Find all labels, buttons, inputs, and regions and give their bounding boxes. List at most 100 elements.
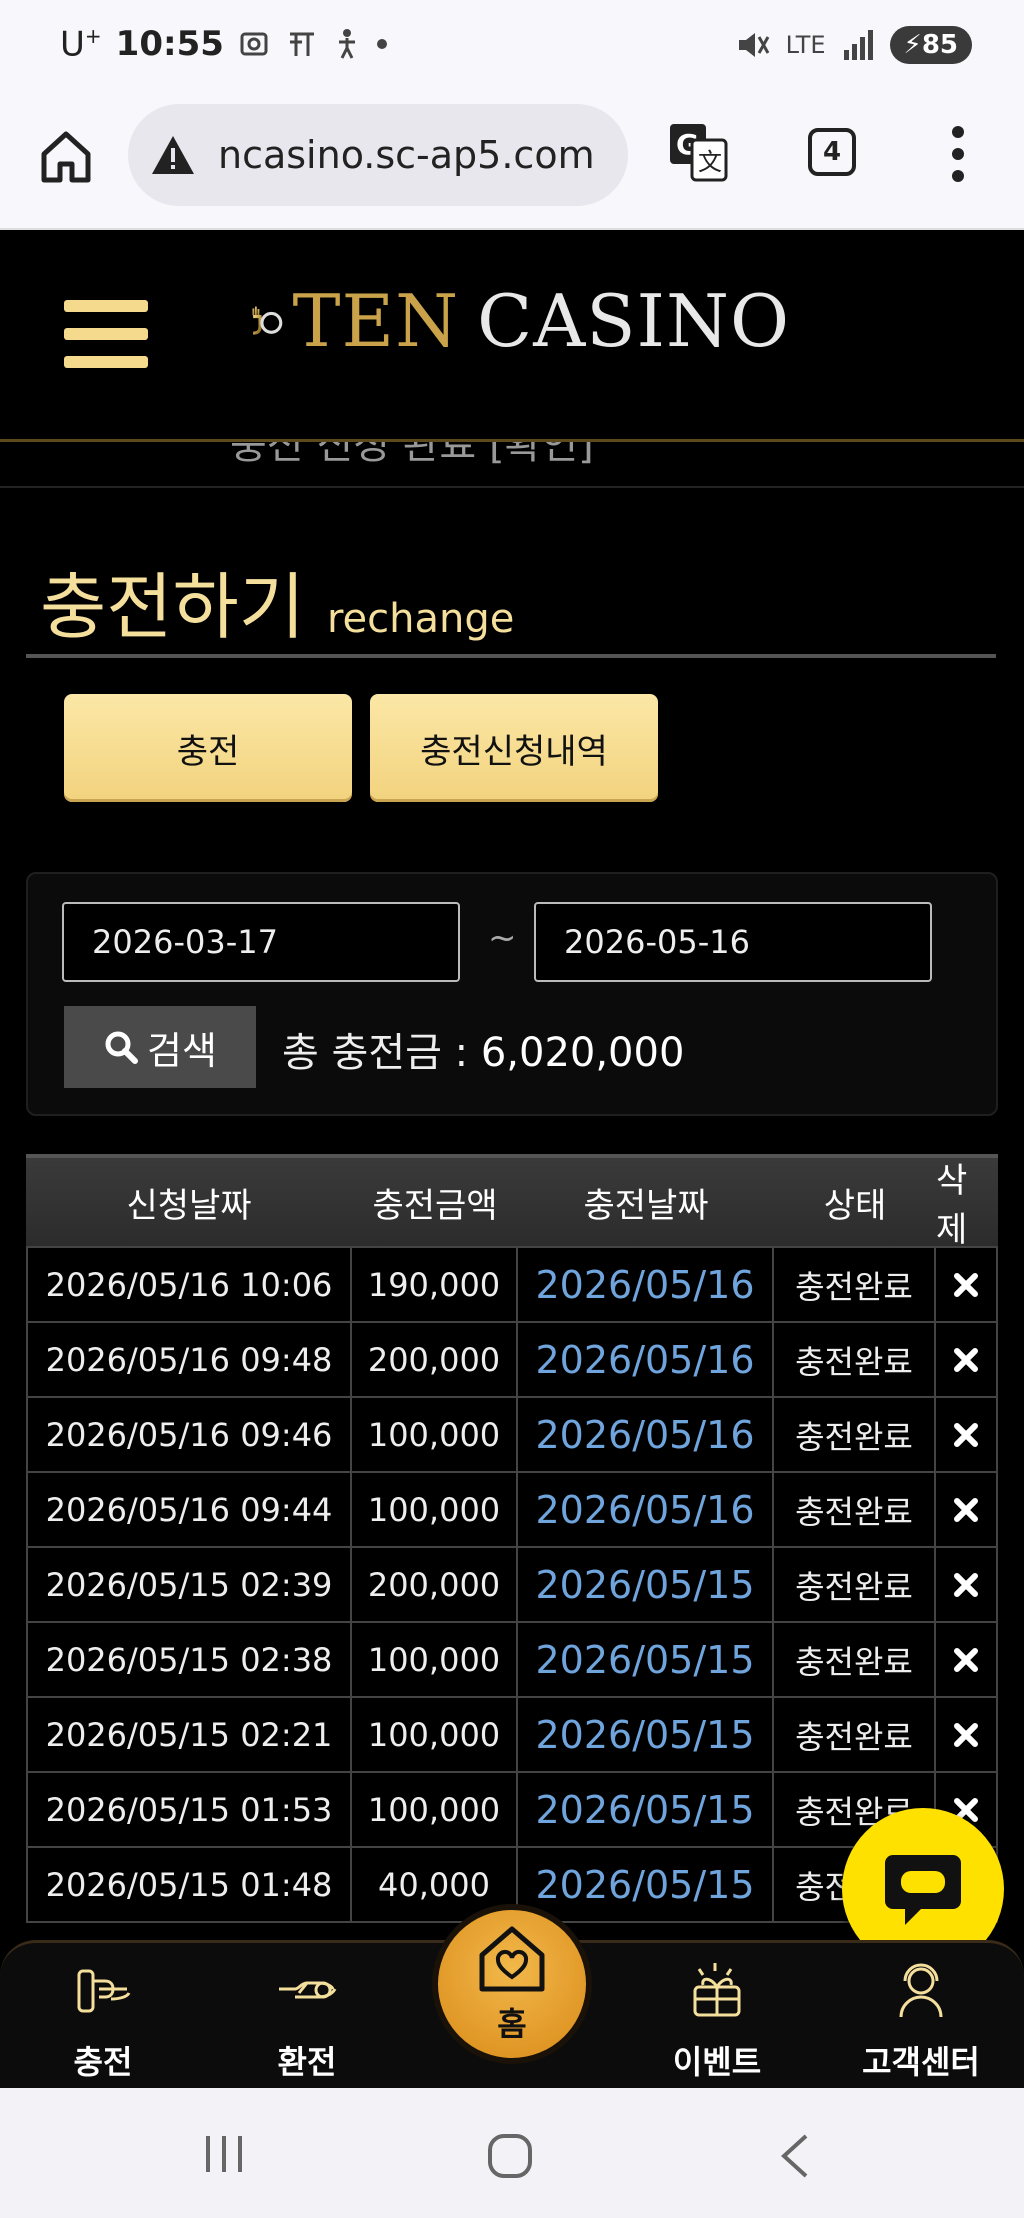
translate-icon[interactable]: G文	[666, 120, 730, 184]
date-range-separator: ~	[488, 918, 517, 958]
cell-request-date: 2026/05/15 01:53	[26, 1773, 352, 1846]
cell-charge-date: 2026/05/15	[518, 1623, 774, 1696]
cell-charge-date: 2026/05/15	[518, 1698, 774, 1771]
search-button[interactable]: 검색	[64, 1006, 256, 1088]
table-body: 2026/05/16 10:06 190,000 2026/05/16 충전완료 20…	[26, 1246, 998, 1923]
table-header: 신청날짜 충전금액 충전날짜 상태 삭제	[26, 1154, 998, 1250]
gift-icon	[693, 1963, 741, 2017]
delete-button[interactable]	[936, 1473, 998, 1546]
cell-charge-date: 2026/05/16	[518, 1398, 774, 1471]
cell-request-date: 2026/05/15 02:39	[26, 1548, 352, 1621]
cell-amount: 100,000	[352, 1623, 518, 1696]
recent-apps-icon[interactable]	[200, 2132, 248, 2176]
cell-charge-date: 2026/05/15	[518, 1548, 774, 1621]
tab-charge[interactable]: 충전	[64, 694, 352, 802]
dot-icon	[376, 39, 387, 50]
cell-request-date: 2026/05/15 01:48	[26, 1848, 352, 1921]
tab-charge-history[interactable]: 충전신청내역	[370, 694, 658, 802]
delete-button[interactable]	[936, 1323, 998, 1396]
site-header: TEN CASINO	[0, 230, 1024, 442]
cell-charge-date: 2026/05/15	[518, 1848, 774, 1921]
logo-text-ten: TEN	[292, 279, 460, 363]
browser-home-icon[interactable]	[36, 126, 96, 186]
logo-mark-icon	[252, 306, 283, 335]
header-status: 상태	[823, 1185, 887, 1226]
site-logo[interactable]: TEN CASINO	[250, 266, 790, 376]
cell-status: 충전완료	[774, 1473, 936, 1546]
table-row: 2026/05/15 02:39 200,000 2026/05/15 충전완료	[26, 1548, 998, 1623]
nav-exchange[interactable]: 환전	[222, 1951, 392, 2091]
table-row: 2026/05/16 09:44 100,000 2026/05/16 충전완료	[26, 1473, 998, 1548]
cell-request-date: 2026/05/16 09:44	[26, 1473, 352, 1546]
close-icon	[954, 1497, 978, 1522]
delete-button[interactable]	[936, 1398, 998, 1471]
cell-status: 충전완료	[774, 1398, 936, 1471]
mute-icon	[738, 33, 769, 57]
battery-indicator: ⚡85	[889, 26, 972, 64]
cell-status: 충전완료	[774, 1698, 936, 1771]
title-divider	[26, 654, 996, 658]
clock: 10:55	[115, 24, 224, 65]
delete-button[interactable]	[936, 1548, 998, 1621]
page-title: 충전하기 rechange	[40, 548, 514, 653]
charge-hand-icon	[77, 1969, 131, 2013]
nav-charge[interactable]: 충전	[18, 1951, 188, 2091]
nav-support[interactable]: 고객센터	[836, 1951, 1006, 2091]
date-to-input[interactable]: 2026-05-16	[534, 902, 932, 982]
delete-button[interactable]	[936, 1248, 998, 1321]
cell-request-date: 2026/05/15 02:38	[26, 1623, 352, 1696]
close-icon	[954, 1722, 978, 1747]
close-icon	[954, 1347, 978, 1372]
url-text[interactable]: ncasino.sc-ap5.com	[218, 133, 618, 177]
cell-amount: 200,000	[352, 1548, 518, 1621]
back-icon[interactable]	[776, 2132, 816, 2180]
total-charge-label: 총 충전금 :	[282, 1030, 481, 1076]
warning-icon[interactable]	[150, 132, 196, 178]
table-row: 2026/05/15 02:38 100,000 2026/05/15 충전완료	[26, 1623, 998, 1698]
cell-charge-date: 2026/05/16	[518, 1473, 774, 1546]
status-bar: U+ 10:55 LTE ⚡85	[0, 0, 1024, 96]
table-row: 2026/05/15 02:21 100,000 2026/05/15 충전완료	[26, 1698, 998, 1773]
header-request-date: 신청날짜	[126, 1185, 252, 1226]
total-charge: 총 충전금 : 6,020,000	[282, 1020, 684, 1078]
exchange-hand-icon	[279, 1981, 337, 1999]
tab-switcher-button[interactable]: 4	[808, 128, 856, 176]
cell-charge-date: 2026/05/16	[518, 1323, 774, 1396]
notice-ticker: 충전 신청 완료 [확인]	[0, 442, 1024, 488]
nav-home[interactable]: 홈	[432, 1904, 592, 2064]
table-row: 2026/05/16 10:06 190,000 2026/05/16 충전완료	[26, 1248, 998, 1323]
signal-icon	[843, 30, 873, 60]
cell-charge-date: 2026/05/15	[518, 1773, 774, 1846]
svg-text:文: 文	[698, 148, 722, 176]
date-from-input[interactable]: 2026-03-17	[62, 902, 460, 982]
home-heart-icon	[479, 1926, 545, 1992]
table-row: 2026/05/16 09:48 200,000 2026/05/16 충전완료	[26, 1323, 998, 1398]
carrier-label: U+	[60, 24, 102, 65]
system-navigation-bar	[0, 2088, 1024, 2218]
cell-status: 충전완료	[774, 1248, 936, 1321]
header-charge-date: 충전날짜	[583, 1185, 709, 1226]
accessibility-icon	[338, 29, 355, 59]
hamburger-menu-icon[interactable]	[64, 300, 148, 372]
system-home-icon[interactable]	[486, 2132, 534, 2180]
header-amount: 충전금액	[372, 1185, 498, 1226]
cell-amount: 190,000	[352, 1248, 518, 1321]
total-charge-value: 6,020,000	[480, 1030, 685, 1076]
page-title-en: rechange	[326, 596, 515, 642]
cell-request-date: 2026/05/16 09:48	[26, 1323, 352, 1396]
support-agent-icon	[899, 1963, 943, 2018]
close-icon	[954, 1422, 978, 1447]
logo-text-casino: CASINO	[477, 279, 790, 363]
nav-event[interactable]: 이벤트	[632, 1951, 802, 2091]
delete-button[interactable]	[936, 1698, 998, 1771]
cell-request-date: 2026/05/16 09:46	[26, 1398, 352, 1471]
chat-bubble-icon	[885, 1855, 961, 1925]
more-menu-icon[interactable]	[948, 124, 968, 184]
address-bar[interactable]: ncasino.sc-ap5.com	[128, 104, 628, 206]
table-row: 2026/05/16 09:46 100,000 2026/05/16 충전완료	[26, 1398, 998, 1473]
network-type: LTE	[785, 31, 826, 59]
text-format-icon	[289, 32, 314, 57]
page-title-ko: 충전하기	[40, 565, 305, 649]
delete-button[interactable]	[936, 1623, 998, 1696]
cell-status: 충전완료	[774, 1323, 936, 1396]
